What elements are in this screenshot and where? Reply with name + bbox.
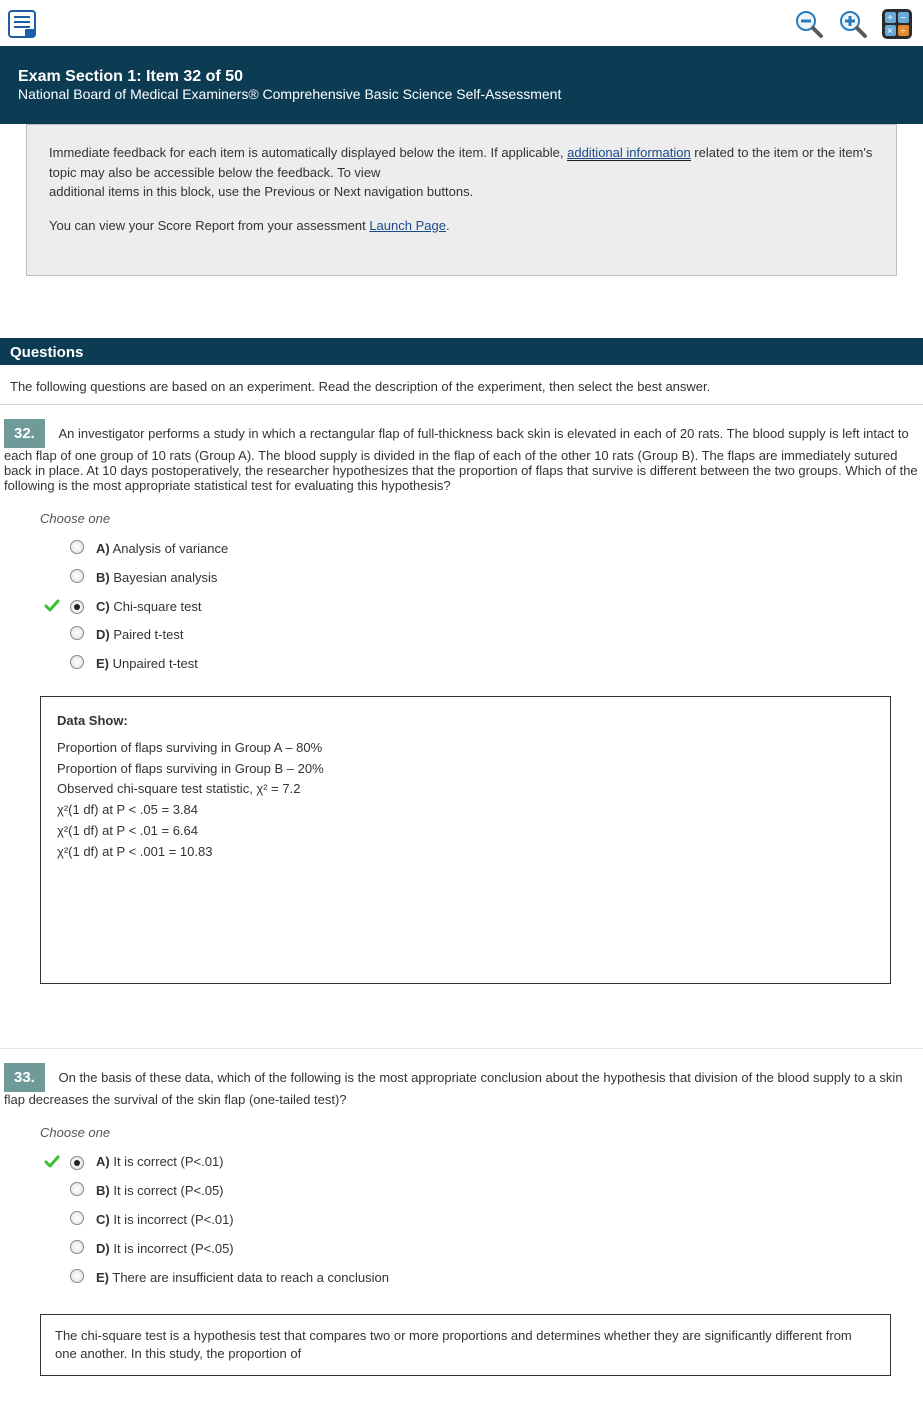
radio-E[interactable] xyxy=(70,1269,84,1283)
question-text: An investigator performs a study in whic… xyxy=(4,426,918,493)
q33-option-E[interactable]: E) There are insufficient data to reach … xyxy=(44,1263,919,1292)
q32-option-D[interactable]: D) Paired t-test xyxy=(44,620,919,649)
data-show-box: Data Show: Proportion of flaps surviving… xyxy=(40,696,891,984)
q32-optB-label: Bayesian analysis xyxy=(113,570,217,585)
correct-check-icon xyxy=(44,598,60,614)
questions-intro: The following questions are based on an … xyxy=(0,365,923,405)
exam-header: Exam Section 1: Item 32 of 50 National B… xyxy=(0,46,923,124)
zoom-in-icon[interactable] xyxy=(835,6,871,42)
q32-optA-label: Analysis of variance xyxy=(113,541,229,556)
choose-one-label: Choose one xyxy=(4,493,919,534)
data-box-title: Data Show: xyxy=(57,711,874,732)
notes-icon[interactable] xyxy=(4,6,40,42)
inst-p3-tail: . xyxy=(446,218,450,233)
q33-optC-label: It is incorrect (P<.01) xyxy=(113,1212,233,1227)
radio-B[interactable] xyxy=(70,569,84,583)
inst-p2: additional items in this block, use the … xyxy=(49,184,473,199)
exam-subtitle: National Board of Medical Examiners® Com… xyxy=(18,86,561,102)
radio-D[interactable] xyxy=(70,626,84,640)
svg-text:−: − xyxy=(900,13,906,24)
q32-option-C[interactable]: C) Chi-square test xyxy=(44,592,919,620)
exam-title: Exam Section 1: Item 32 of 50 xyxy=(18,68,243,85)
question-text: On the basis of these data, which of the… xyxy=(4,1070,903,1107)
q33-option-C[interactable]: C) It is incorrect (P<.01) xyxy=(44,1205,919,1234)
additional-info-link[interactable]: additional information xyxy=(567,145,691,161)
svg-text:×: × xyxy=(887,26,893,37)
feedback-text: The chi-square test is a hypothesis test… xyxy=(55,1328,852,1361)
radio-C[interactable] xyxy=(70,600,84,614)
data-line: χ²(1 df) at P < .001 = 10.83 xyxy=(57,842,874,863)
top-toolbar: + − × ÷ xyxy=(0,0,923,46)
choose-one-label: Choose one xyxy=(4,1107,919,1148)
data-line: Proportion of flaps surviving in Group A… xyxy=(57,738,874,759)
radio-A[interactable] xyxy=(70,1156,84,1170)
data-line: χ²(1 df) at P < .01 = 6.64 xyxy=(57,821,874,842)
q32-option-E[interactable]: E) Unpaired t-test xyxy=(44,649,919,678)
svg-text:+: + xyxy=(887,13,893,24)
radio-B[interactable] xyxy=(70,1182,84,1196)
q33-optA-label: It is correct (P<.01) xyxy=(113,1154,223,1169)
instruction-box: Immediate feedback for each item is auto… xyxy=(26,124,897,276)
question-number: 33. xyxy=(4,1063,45,1092)
q32-option-A[interactable]: A) Analysis of variance xyxy=(44,534,919,563)
q33-optB-label: It is correct (P<.05) xyxy=(113,1183,223,1198)
zoom-out-icon[interactable] xyxy=(791,6,827,42)
feedback-box: The chi-square test is a hypothesis test… xyxy=(40,1314,891,1376)
inst-p3-lead: You can view your Score Report from your… xyxy=(49,218,369,233)
svg-text:÷: ÷ xyxy=(900,26,906,37)
radio-A[interactable] xyxy=(70,540,84,554)
calculator-icon[interactable]: + − × ÷ xyxy=(879,6,915,42)
q33-options: A) It is correct (P<.01) B) It is correc… xyxy=(4,1148,919,1292)
question-32: 32. An investigator performs a study in … xyxy=(0,405,923,1010)
data-line: χ²(1 df) at P < .05 = 3.84 xyxy=(57,800,874,821)
q33-optE-label: There are insufficient data to reach a c… xyxy=(112,1270,389,1285)
q33-option-D[interactable]: D) It is incorrect (P<.05) xyxy=(44,1234,919,1263)
launch-page-link[interactable]: Launch Page xyxy=(369,218,446,233)
radio-D[interactable] xyxy=(70,1240,84,1254)
correct-check-icon xyxy=(44,1154,60,1170)
q33-optD-label: It is incorrect (P<.05) xyxy=(113,1241,233,1256)
q32-options: A) Analysis of variance B) Bayesian anal… xyxy=(4,534,919,678)
q32-optD-label: Paired t-test xyxy=(113,627,183,642)
question-33: 33. On the basis of these data, which of… xyxy=(0,1049,923,1402)
q32-optE-label: Unpaired t-test xyxy=(113,656,198,671)
questions-section-bar: Questions xyxy=(0,338,923,365)
questions-label: Questions xyxy=(10,344,83,361)
q33-option-B[interactable]: B) It is correct (P<.05) xyxy=(44,1176,919,1205)
data-line: Proportion of flaps surviving in Group B… xyxy=(57,759,874,780)
radio-C[interactable] xyxy=(70,1211,84,1225)
q32-optC-label: Chi-square test xyxy=(113,599,201,614)
radio-E[interactable] xyxy=(70,655,84,669)
q32-option-B[interactable]: B) Bayesian analysis xyxy=(44,563,919,592)
inst-lead: Immediate feedback for each item is auto… xyxy=(49,145,563,160)
q33-option-A[interactable]: A) It is correct (P<.01) xyxy=(44,1148,919,1176)
data-line: Observed chi-square test statistic, χ² =… xyxy=(57,779,874,800)
question-number: 32. xyxy=(4,419,45,448)
